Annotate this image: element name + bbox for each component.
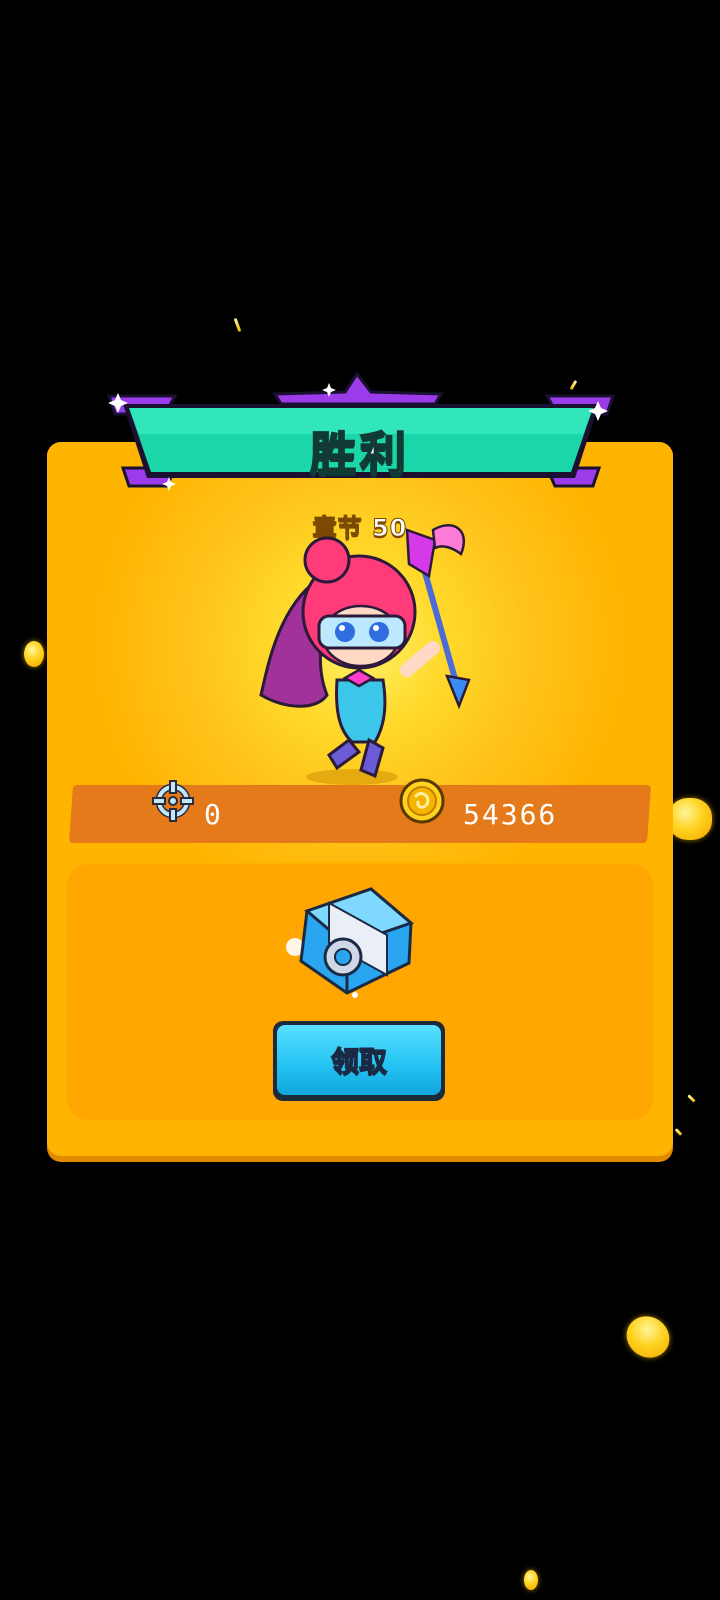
sparkle-decoration — [687, 1094, 696, 1103]
claim-button-label: 领取 — [330, 1044, 387, 1078]
flying-coin-icon — [668, 798, 712, 840]
claim-button[interactable]: 领取 — [273, 1021, 445, 1101]
gold-count: 54366 — [463, 798, 558, 831]
flying-coin-icon — [524, 1570, 538, 1590]
victory-title: 胜利 — [309, 426, 410, 482]
crosshair-icon — [152, 780, 194, 822]
kills-count: 0 — [204, 798, 223, 831]
gold-coin-icon — [399, 778, 445, 824]
flying-coin-icon — [24, 641, 44, 667]
blue-treasure-chest-icon — [286, 887, 414, 998]
flying-coin-icon — [618, 1307, 678, 1367]
sparkle-decoration — [233, 317, 242, 333]
claim-button-face[interactable]: 领取 — [277, 1025, 441, 1095]
sparkle-decoration — [674, 1128, 683, 1136]
hero-character-illustration — [259, 524, 471, 785]
